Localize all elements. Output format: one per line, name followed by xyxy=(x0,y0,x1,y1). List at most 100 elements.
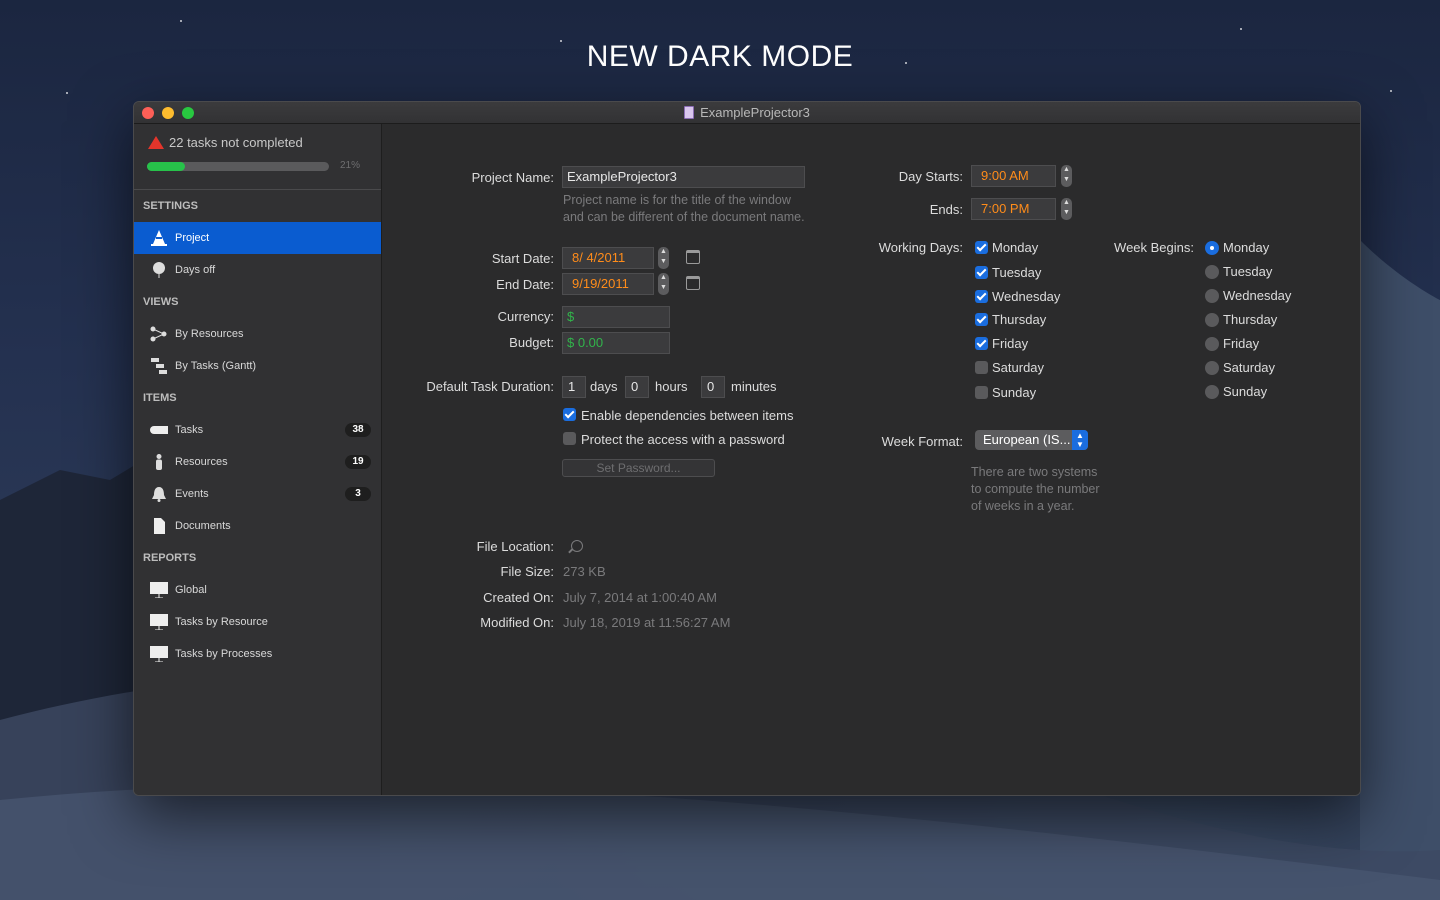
working-day-checkbox[interactable] xyxy=(975,361,988,374)
day-ends-stepper[interactable]: ▲ ▼ xyxy=(1061,198,1072,220)
project-name-field[interactable]: ExampleProjector3 xyxy=(562,166,805,188)
week-begins-label[interactable]: Monday xyxy=(1223,240,1269,255)
progress-percent: 21% xyxy=(340,160,361,171)
week-format-hint-2: to compute the number xyxy=(971,482,1100,496)
count-badge: 3 xyxy=(345,487,371,501)
sidebar-item-days-off[interactable]: Days off xyxy=(134,254,381,286)
week-format-select[interactable]: European (IS... ▲ ▼ xyxy=(975,430,1088,450)
working-day-label[interactable]: Thursday xyxy=(992,312,1046,327)
sidebar-item-documents[interactable]: Documents xyxy=(134,510,381,542)
default-duration-label: Default Task Duration: xyxy=(426,379,554,394)
working-day-label[interactable]: Monday xyxy=(992,240,1038,255)
star xyxy=(1390,90,1392,92)
bell-icon xyxy=(152,487,166,502)
week-begins-radio[interactable] xyxy=(1205,241,1219,255)
working-day-checkbox[interactable] xyxy=(975,337,988,350)
end-date-field[interactable]: 9/19/2011 xyxy=(562,273,654,295)
week-begins-radio[interactable] xyxy=(1205,289,1219,303)
progress-bar xyxy=(147,162,329,171)
title-bar[interactable]: ExampleProjector3 xyxy=(134,102,1360,124)
working-day-checkbox[interactable] xyxy=(975,313,988,326)
day-starts-stepper[interactable]: ▲ ▼ xyxy=(1061,165,1072,187)
status-panel: 22 tasks not completed 21% xyxy=(134,124,381,190)
sidebar: 22 tasks not completed 21% SETTINGS Proj… xyxy=(134,124,382,795)
duration-days-field[interactable]: 1 xyxy=(562,376,586,398)
week-begins-radio[interactable] xyxy=(1205,313,1219,327)
sidebar-item-resources[interactable]: Resources 19 xyxy=(134,446,381,478)
start-date-label: Start Date: xyxy=(491,251,554,266)
sidebar-item-gantt[interactable]: By Tasks (Gantt) xyxy=(134,350,381,382)
created-label: Created On: xyxy=(483,590,554,605)
duration-hours-field[interactable]: 0 xyxy=(625,376,649,398)
day-ends-field[interactable]: 7:00 PM xyxy=(971,198,1056,220)
week-format-hint-1: There are two systems xyxy=(971,465,1098,479)
app-window: ExampleProjector3 22 tasks not completed… xyxy=(133,101,1361,796)
sidebar-item-label: Tasks xyxy=(175,424,204,436)
day-starts-field[interactable]: 9:00 AM xyxy=(971,165,1056,187)
section-views: VIEWS xyxy=(143,296,179,308)
count-badge: 38 xyxy=(345,423,371,437)
sidebar-item-label: Days off xyxy=(175,264,216,276)
person-icon xyxy=(156,454,162,470)
working-day-label[interactable]: Saturday xyxy=(992,360,1044,375)
working-day-label[interactable]: Friday xyxy=(992,336,1028,351)
working-day-label[interactable]: Tuesday xyxy=(992,265,1041,280)
section-items: ITEMS xyxy=(143,392,177,404)
week-begins-label[interactable]: Thursday xyxy=(1223,312,1277,327)
sidebar-item-tasks-by-resource[interactable]: Tasks by Resource xyxy=(134,606,381,638)
section-reports: REPORTS xyxy=(143,552,197,564)
sidebar-item-project[interactable]: Project xyxy=(134,222,381,254)
working-day-checkbox[interactable] xyxy=(975,386,988,399)
week-begins-radio[interactable] xyxy=(1205,361,1219,375)
currency-field[interactable]: $ xyxy=(562,306,670,328)
week-begins-radio[interactable] xyxy=(1205,385,1219,399)
sidebar-item-label: Events xyxy=(175,488,209,500)
sidebar-item-global[interactable]: Global xyxy=(134,574,381,606)
calendar-icon[interactable] xyxy=(686,276,700,290)
project-name-hint-2: and can be different of the document nam… xyxy=(563,210,805,224)
gantt-icon xyxy=(151,358,167,374)
end-date-stepper[interactable]: ▲ ▼ xyxy=(658,273,669,295)
enable-dependencies-checkbox[interactable] xyxy=(563,408,576,421)
start-date-stepper[interactable]: ▲ ▼ xyxy=(658,247,669,269)
week-begins-label[interactable]: Wednesday xyxy=(1223,288,1291,303)
week-begins-label[interactable]: Tuesday xyxy=(1223,264,1272,279)
week-begins-radio[interactable] xyxy=(1205,337,1219,351)
enable-dependencies-label[interactable]: Enable dependencies between items xyxy=(581,408,793,423)
magnifier-icon[interactable] xyxy=(571,540,583,552)
set-password-button[interactable]: Set Password... xyxy=(562,459,715,477)
currency-label: Currency: xyxy=(497,309,554,324)
sidebar-item-tasks-by-processes[interactable]: Tasks by Processes xyxy=(134,638,381,670)
file-size-value: 273 KB xyxy=(563,564,606,579)
progress-fill xyxy=(147,162,186,171)
start-date-field[interactable]: 8/ 4/2011 xyxy=(562,247,654,269)
week-begins-label[interactable]: Friday xyxy=(1223,336,1259,351)
working-day-label[interactable]: Wednesday xyxy=(992,289,1060,304)
sidebar-item-label: Resources xyxy=(175,456,228,468)
window-title: ExampleProjector3 xyxy=(134,105,1360,120)
working-day-checkbox[interactable] xyxy=(975,241,988,254)
week-begins-label[interactable]: Sunday xyxy=(1223,384,1267,399)
star xyxy=(180,20,182,22)
sidebar-item-label: Tasks by Resource xyxy=(175,616,268,628)
week-begins-radio[interactable] xyxy=(1205,265,1219,279)
sidebar-item-events[interactable]: Events 3 xyxy=(134,478,381,510)
budget-label: Budget: xyxy=(509,335,554,350)
sidebar-item-label: Global xyxy=(175,584,207,596)
document-icon xyxy=(684,106,695,119)
protect-access-label[interactable]: Protect the access with a password xyxy=(581,432,785,447)
protect-access-checkbox[interactable] xyxy=(563,432,576,445)
budget-field[interactable]: $ 0.00 xyxy=(562,332,670,354)
working-day-checkbox[interactable] xyxy=(975,290,988,303)
sidebar-item-by-resources[interactable]: By Resources xyxy=(134,318,381,350)
working-day-checkbox[interactable] xyxy=(975,266,988,279)
cone-icon xyxy=(151,230,167,246)
working-days-label: Working Days: xyxy=(878,240,963,255)
calendar-icon[interactable] xyxy=(686,250,700,264)
sidebar-item-tasks[interactable]: Tasks 38 xyxy=(134,414,381,446)
week-begins-label: Week Begins: xyxy=(1114,240,1194,255)
duration-minutes-field[interactable]: 0 xyxy=(701,376,725,398)
working-day-label[interactable]: Sunday xyxy=(992,385,1036,400)
week-begins-label[interactable]: Saturday xyxy=(1223,360,1275,375)
resources-tree-icon xyxy=(150,326,167,342)
